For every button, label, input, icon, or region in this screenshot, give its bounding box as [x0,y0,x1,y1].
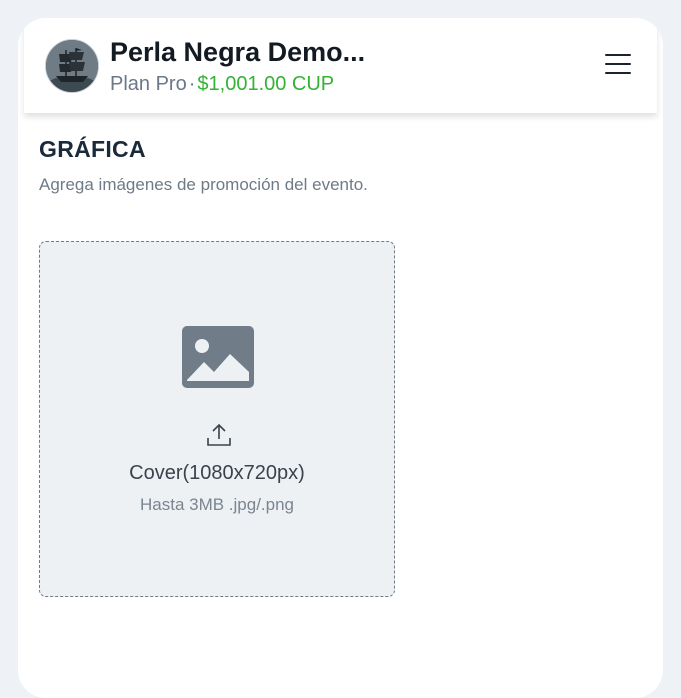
cover-size-label: Cover(1080x720px) [129,462,305,484]
hamburger-menu-icon[interactable] [605,52,633,76]
account-avatar[interactable] [45,39,99,93]
account-balance: $1,001.00 CUP [197,73,335,95]
menu-bar [605,63,631,66]
section-description: Agrega imágenes de promoción del evento. [39,175,368,194]
pirate-ship-icon [46,40,98,92]
app-frame: Perla Negra Demo... Plan Pro · $1,001.00 C… [18,18,663,698]
separator-dot: · [188,73,196,95]
app-header: Perla Negra Demo... Plan Pro · $1,001.00 C… [24,18,657,113]
plan-name: Plan Pro [110,73,187,95]
section-title: GRÁFICA [39,136,146,162]
file-size-hint: Hasta 3MB .jpg/.png [139,495,295,514]
cover-image-dropzone[interactable]: Cover(1080x720px) Hasta 3MB .jpg/.png [39,241,395,597]
image-placeholder-icon [182,326,254,388]
menu-bar [605,54,631,57]
upload-icon [207,423,231,446]
organizer-name: Perla Negra Demo... [110,37,366,67]
menu-bar [605,72,631,75]
plan-summary: Plan Pro · $1,001.00 CUP [110,73,334,96]
